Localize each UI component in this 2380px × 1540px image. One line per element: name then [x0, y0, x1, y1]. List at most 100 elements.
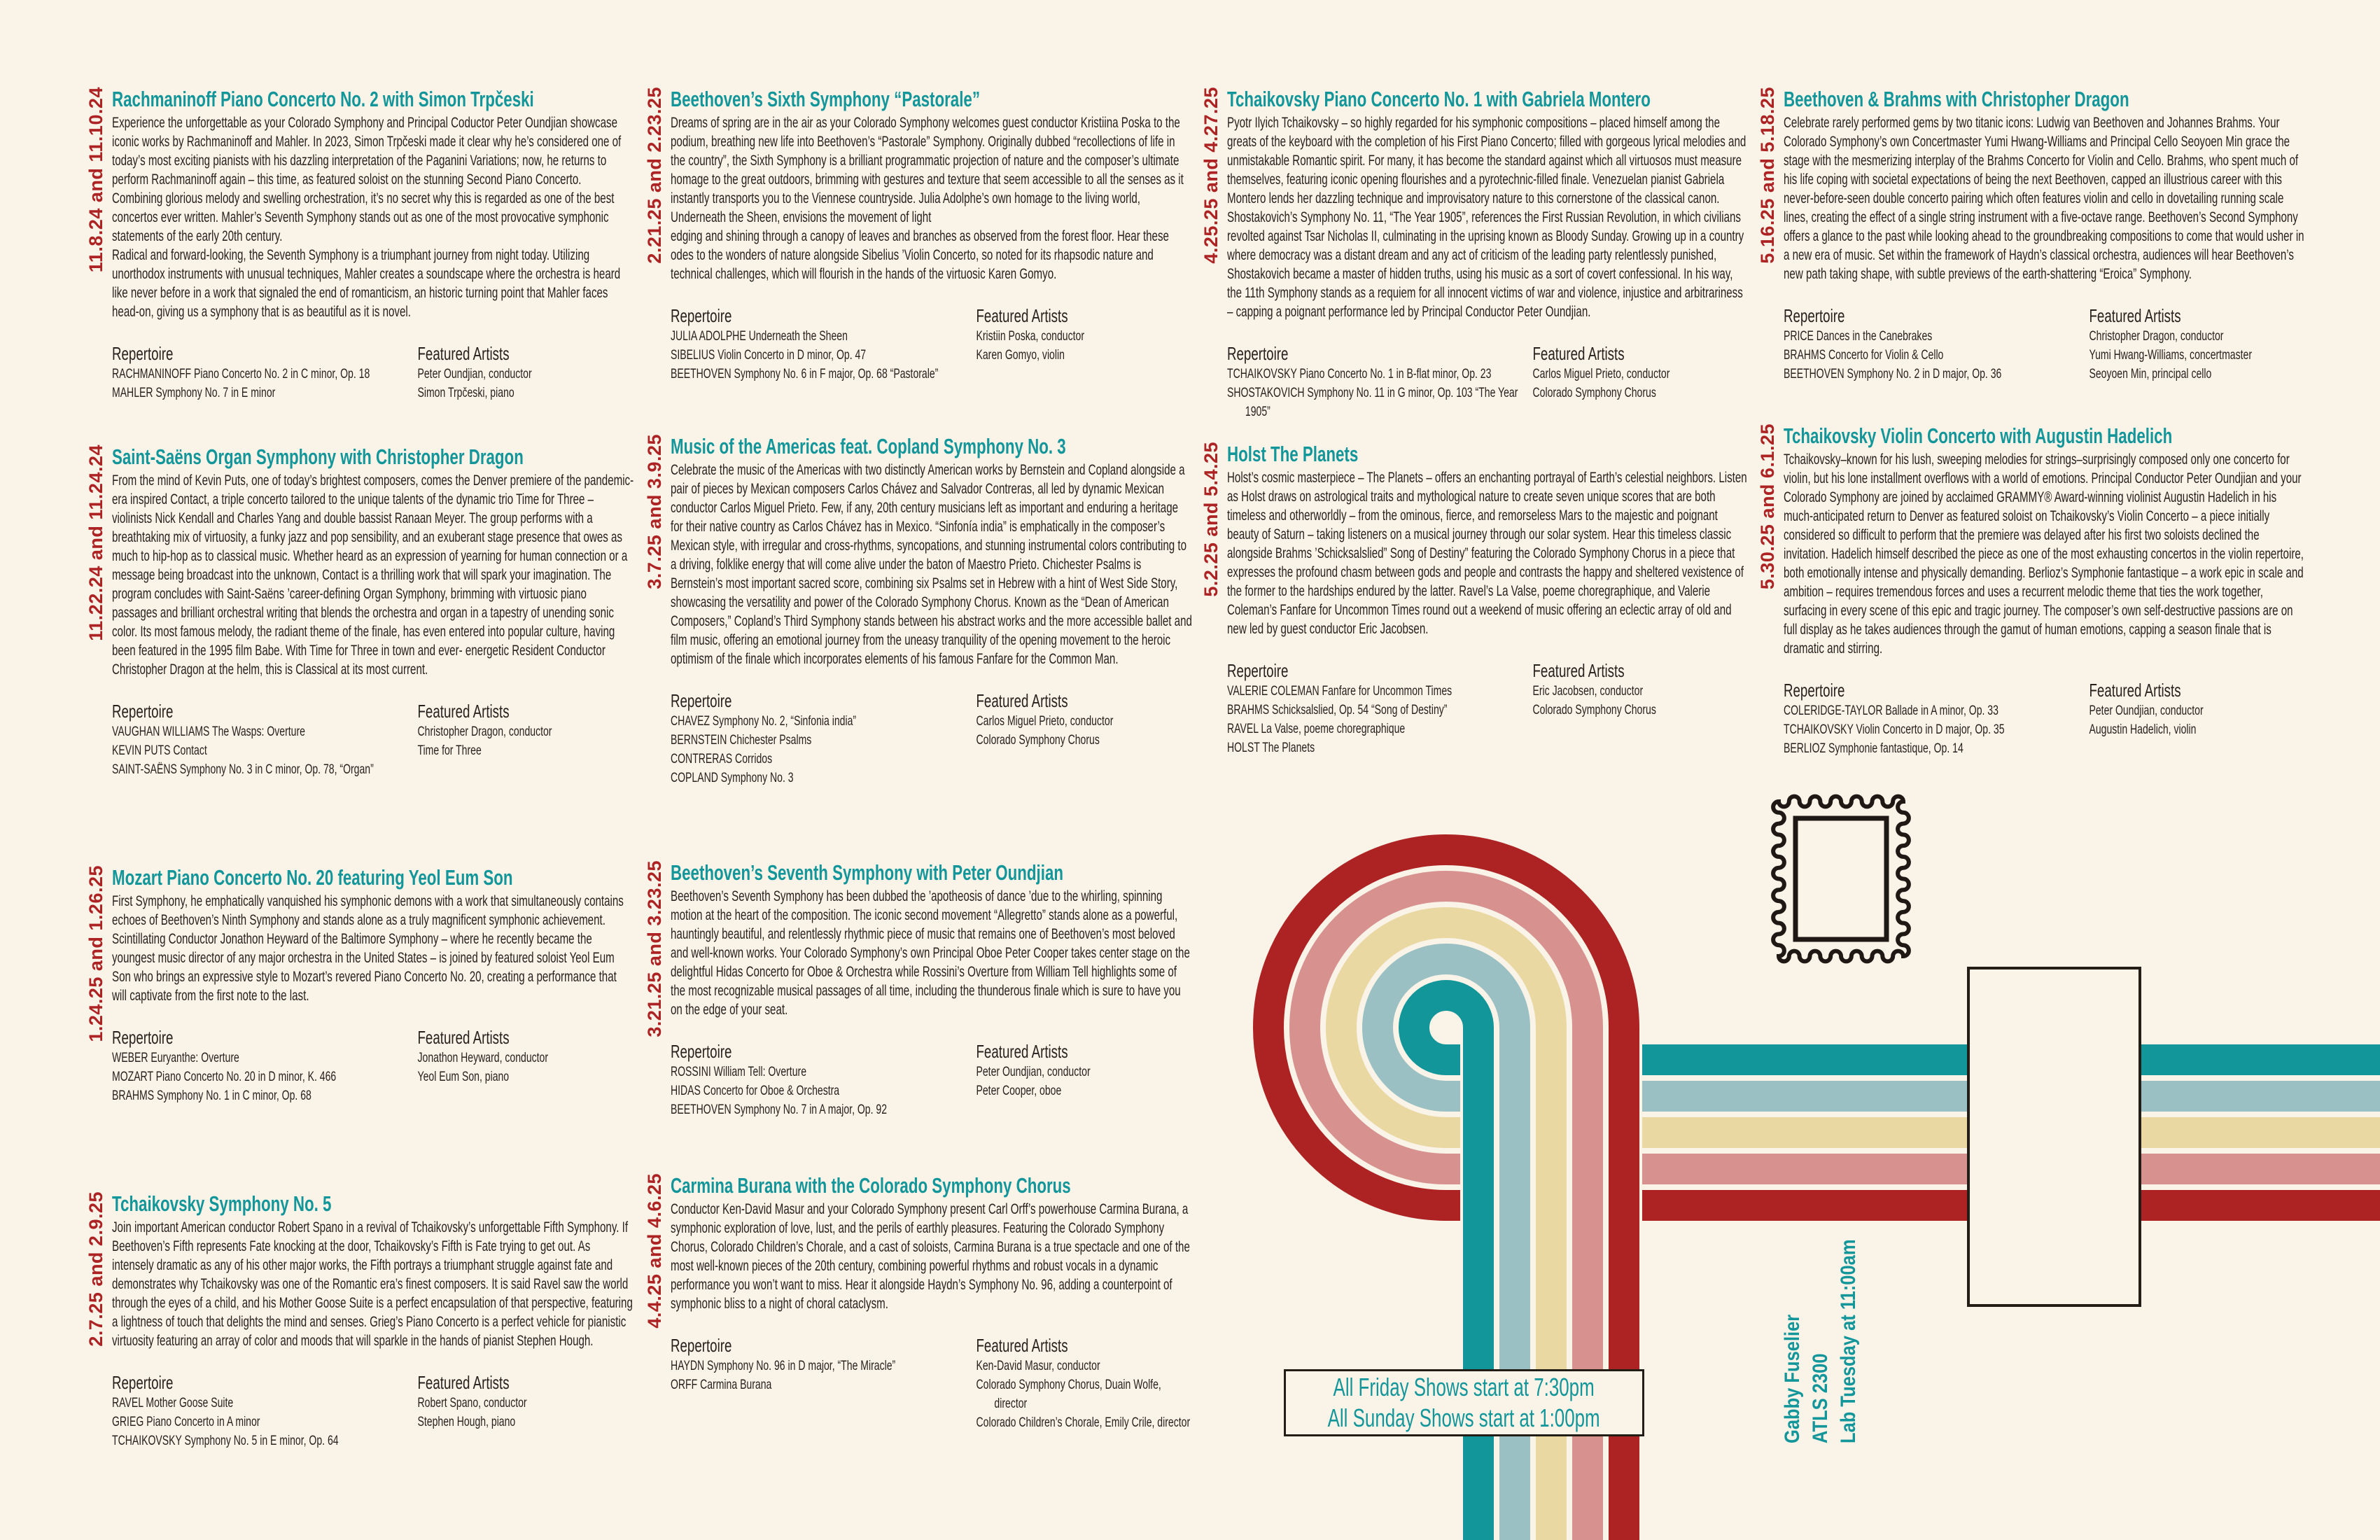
- artist-item: Colorado Symphony Chorus: [1532, 385, 1656, 400]
- artist-item: Peter Oundjian, conductor: [417, 366, 532, 382]
- artist-item: Ken-David Masur, conductor: [976, 1358, 1100, 1373]
- concert-description: Tchaikovsky–known for his lush, sweeping…: [1784, 451, 2304, 657]
- repertoire-list: Repertoire RACHMANINOFF Piano Concerto No…: [112, 342, 414, 402]
- concert-description: Dreams of spring are in the air as your …: [671, 115, 1184, 282]
- featured-artists-list: Featured Artists Peter Oundjian, conducto…: [418, 342, 634, 402]
- repertoire-list: Repertoire CHAVEZ Symphony No. 2, “Sinfon…: [671, 690, 972, 788]
- concert-dates: 2.7.25 and 2.9.25: [85, 1191, 106, 1347]
- featured-artists-list: Featured Artists Eric Jacobsen, conductor…: [1533, 659, 1749, 757]
- repertoire-list: Repertoire RAVEL Mother Goose Suite GRIEG …: [112, 1371, 414, 1450]
- artist-item: Jonathon Heyward, conductor: [417, 1050, 549, 1065]
- repertoire-heading: Repertoire: [1227, 660, 1289, 681]
- artist-item: Carlos Miguel Prieto, conductor: [976, 713, 1114, 729]
- repertoire-item: CHAVEZ Symphony No. 2, “Sinfonia india”: [671, 713, 857, 729]
- concert-details: Repertoire RACHMANINOFF Piano Concerto No…: [112, 342, 634, 402]
- repertoire-heading: Repertoire: [671, 1335, 732, 1356]
- repertoire-item: HOLST The Planets: [1227, 740, 1315, 755]
- concert-dates: 5.2.25 and 5.4.25: [1200, 442, 1222, 597]
- concert-details: Repertoire VALERIE COLEMAN Fanfare for Un…: [1227, 659, 1749, 757]
- repertoire-item: SHOSTAKOVICH Symphony No. 11 in G minor,…: [1227, 385, 1518, 419]
- mailing-name: Gabby Fuselier: [1781, 1314, 1804, 1443]
- repertoire-heading: Repertoire: [112, 1372, 174, 1393]
- concert-details: Repertoire PRICE Dances in the Canebrakes…: [1784, 304, 2305, 384]
- repertoire-list: Repertoire WEBER Euryanthe: Overture MOZAR…: [112, 1026, 414, 1105]
- repertoire-list: Repertoire COLERIDGE-TAYLOR Ballade in A …: [1784, 679, 2085, 758]
- artist-item: Peter Cooper, oboe: [976, 1083, 1062, 1098]
- artist-item: Karen Gomyo, violin: [976, 347, 1065, 363]
- artist-item: Peter Oundjian, conductor: [2089, 703, 2204, 718]
- repertoire-item: BRAHMS Schicksalslied, Op. 54 “Song of D…: [1227, 702, 1448, 718]
- repertoire-item: CONTRERAS Corridos: [671, 751, 773, 766]
- concert-title: Tchaikovsky Piano Concerto No. 1 with Ga…: [1227, 87, 1651, 111]
- concert-description: Join important American conductor Robert…: [112, 1219, 633, 1349]
- featured-artists-list: Featured Artists Carlos Miguel Prieto, co…: [976, 690, 1193, 788]
- concert-description: Celebrate the music of the Americas with…: [671, 462, 1192, 667]
- repertoire-heading: Repertoire: [671, 1041, 732, 1062]
- concert-description: Beethoven’s Seventh Symphony has been du…: [671, 888, 1190, 1018]
- repertoire-item: HAYDN Symphony No. 96 in D major, “The M…: [671, 1358, 896, 1373]
- concert-description: From the mind of Kevin Puts, one of toda…: [112, 472, 634, 678]
- repertoire-item: RACHMANINOFF Piano Concerto No. 2 in C m…: [112, 366, 370, 382]
- concert-content: Music of the Americas feat. Copland Symp…: [671, 434, 1192, 788]
- mailing-info: Gabby Fuselier ATLS 2300 Lab Tuesday at …: [1779, 1219, 1863, 1443]
- repertoire-item: HIDAS Concerto for Oboe & Orchestra: [671, 1083, 840, 1098]
- concert-description: Holst’s cosmic masterpiece – The Planets…: [1227, 470, 1747, 637]
- featured-artists-list: Featured Artists Jonathon Heyward, conduc…: [418, 1026, 634, 1105]
- concert-content: Beethoven’s Seventh Symphony with Peter …: [671, 860, 1192, 1119]
- featured-artists-list: Featured Artists Peter Oundjian, conducto…: [976, 1040, 1193, 1119]
- artist-item: Augustin Hadelich, violin: [2089, 722, 2197, 737]
- repertoire-heading: Repertoire: [1784, 680, 1845, 701]
- concert-dates: 11.22.24 and 11.24.24: [85, 444, 106, 641]
- concert-content: Holst The Planets Holst’s cosmic masterpi…: [1227, 442, 1749, 757]
- artist-item: Colorado Symphony Chorus, Duain Wolfe, d…: [976, 1377, 1161, 1411]
- repertoire-list: Repertoire VALERIE COLEMAN Fanfare for Un…: [1227, 659, 1529, 757]
- repertoire-item: VALERIE COLEMAN Fanfare for Uncommon Tim…: [1227, 683, 1452, 699]
- repertoire-heading: Repertoire: [671, 305, 732, 326]
- artist-item: Christopher Dragon, conductor: [2089, 328, 2224, 344]
- postage-stamp-icon: [1771, 794, 1911, 964]
- featured-artists-heading: Featured Artists: [976, 1041, 1068, 1062]
- concert-content: Mozart Piano Concerto No. 20 featuring Y…: [112, 865, 634, 1105]
- artist-item: Yeol Eum Son, piano: [417, 1069, 510, 1084]
- repertoire-heading: Repertoire: [112, 343, 174, 364]
- repertoire-item: BEETHOVEN Symphony No. 6 in F major, Op.…: [671, 366, 939, 382]
- concert-dates: 1.24.25 and 1.26.25: [85, 865, 106, 1042]
- repertoire-item: ROSSINI William Tell: Overture: [671, 1064, 807, 1079]
- repertoire-list: Repertoire JULIA ADOLPHE Underneath the S…: [671, 304, 972, 384]
- concert-title: Holst The Planets: [1227, 442, 1359, 466]
- featured-artists-list: Featured Artists Ken-David Masur, conduct…: [976, 1334, 1193, 1432]
- repertoire-item: BRAHMS Symphony No. 1 in C minor, Op. 68: [112, 1088, 312, 1103]
- concert-content: Carmina Burana with the Colorado Symphon…: [671, 1173, 1192, 1432]
- featured-artists-heading: Featured Artists: [417, 343, 510, 364]
- repertoire-item: SAINT-SAËNS Symphony No. 3 in C minor, O…: [112, 762, 374, 777]
- repertoire-item: PRICE Dances in the Canebrakes: [1784, 328, 1933, 344]
- featured-artists-heading: Featured Artists: [976, 1335, 1068, 1356]
- concert-dates: 3.7.25 and 3.9.25: [644, 434, 665, 589]
- concert-title: Music of the Americas feat. Copland Symp…: [671, 434, 1066, 458]
- featured-artists-list: Featured Artists Kristiin Poska, conducto…: [976, 304, 1193, 384]
- concert-description: Celebrate rarely performed gems by two t…: [1784, 115, 2304, 282]
- concert-dates: 11.8.24 and 11.10.24: [85, 87, 106, 273]
- friday-showtime: All Friday Shows start at 7:30pm: [1333, 1373, 1595, 1401]
- repertoire-heading: Repertoire: [112, 701, 174, 722]
- repertoire-list: Repertoire ROSSINI William Tell: Overture…: [671, 1040, 972, 1119]
- concert-details: Repertoire RAVEL Mother Goose Suite GRIEG …: [112, 1371, 634, 1450]
- showtimes-box: All Friday Shows start at 7:30pm All Sun…: [1284, 1369, 1644, 1436]
- repertoire-list: Repertoire TCHAIKOVSKY Piano Concerto No.…: [1227, 342, 1529, 421]
- artist-item: Christopher Dragon, conductor: [417, 724, 552, 739]
- address-label-box: [1967, 967, 2141, 1307]
- artist-item: Carlos Miguel Prieto, conductor: [1532, 366, 1670, 382]
- artist-item: Colorado Symphony Chorus: [1532, 702, 1656, 718]
- repertoire-item: ORFF Carmina Burana: [671, 1377, 772, 1392]
- concert-title: Tchaikovsky Symphony No. 5: [112, 1191, 332, 1216]
- featured-artists-heading: Featured Artists: [1532, 660, 1625, 681]
- featured-artists-list: Featured Artists Peter Oundjian, conducto…: [2090, 679, 2306, 758]
- artist-item: Colorado Symphony Chorus: [976, 732, 1100, 748]
- featured-artists-list: Featured Artists Robert Spano, conductor S…: [418, 1371, 634, 1450]
- repertoire-item: GRIEG Piano Concerto in A minor: [112, 1414, 260, 1429]
- repertoire-item: BRAHMS Concerto for Violin & Cello: [1784, 347, 1944, 363]
- concert-description: Experience the unforgettable as your Col…: [112, 115, 622, 320]
- concert-dates: 3.21.25 and 3.23.25: [644, 860, 665, 1037]
- artist-item: Stephen Hough, piano: [417, 1414, 516, 1429]
- artist-item: Time for Three: [417, 743, 482, 758]
